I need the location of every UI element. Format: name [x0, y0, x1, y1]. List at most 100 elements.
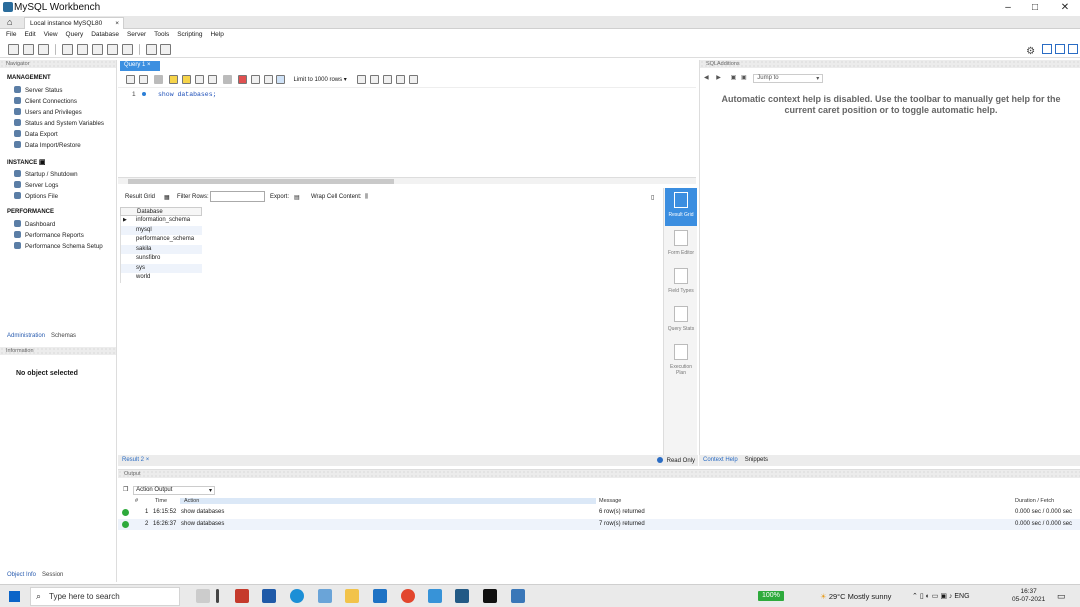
add-star-icon[interactable] — [356, 75, 366, 84]
field-types-button[interactable]: Field Types — [665, 264, 697, 302]
sql-statement[interactable]: show databases; — [158, 91, 217, 98]
scrollbar-thumb[interactable] — [128, 179, 394, 184]
tab-session[interactable]: Session — [42, 572, 63, 578]
beautify-icon[interactable] — [369, 75, 379, 84]
query-stats-button[interactable]: Query Stats — [665, 302, 697, 340]
table-row[interactable]: sunsfibro — [120, 254, 202, 264]
wrap-cell-icon[interactable]: ⫼ — [365, 194, 368, 201]
jump-to-select[interactable]: Jump to ▾ — [753, 74, 824, 83]
table-row[interactable]: performance_schema — [120, 235, 202, 245]
mysql-workbench-taskbar-icon[interactable] — [455, 589, 469, 603]
col-time[interactable]: Time — [155, 498, 167, 504]
create-function-icon[interactable] — [121, 44, 133, 55]
manual-help-icon[interactable]: ▣ — [731, 75, 737, 81]
invisible-chars-icon[interactable] — [395, 75, 405, 84]
nav-data-import[interactable]: Data Import/Restore — [14, 141, 81, 149]
tab-query-1[interactable]: Query 1 × — [120, 61, 160, 71]
menu-tools[interactable]: Tools — [154, 31, 169, 38]
execute-current-icon[interactable] — [181, 75, 191, 84]
notifications-icon[interactable]: ▭ — [1057, 591, 1066, 602]
nav-options-file[interactable]: Options File — [14, 192, 58, 200]
rollback-icon[interactable] — [263, 75, 273, 84]
mcafee-icon[interactable] — [235, 589, 249, 603]
tab-context-help[interactable]: Context Help — [703, 457, 738, 463]
execution-plan-button[interactable]: Execution Plan — [665, 340, 697, 378]
col-duration[interactable]: Duration / Fetch — [1015, 498, 1054, 504]
action-output-select[interactable]: Action Output ▾ — [133, 486, 216, 495]
edge-icon[interactable] — [290, 589, 304, 603]
col-message[interactable]: Message — [599, 498, 621, 504]
table-row[interactable]: sakila — [120, 244, 202, 254]
menu-help[interactable]: Help — [210, 31, 223, 38]
nav-client-connections[interactable]: Client Connections — [14, 97, 77, 105]
col-num[interactable]: # — [135, 498, 138, 504]
menu-view[interactable]: View — [44, 31, 58, 38]
battery-indicator[interactable]: 100% — [758, 591, 784, 601]
limit-rows-select[interactable]: Limit to 1000 rows ▾ — [293, 76, 346, 83]
tab-result-2[interactable]: Result 2 × — [122, 457, 149, 463]
menu-query[interactable]: Query — [66, 31, 84, 38]
menu-edit[interactable]: Edit — [24, 31, 35, 38]
nav-performance-schema-setup[interactable]: Performance Schema Setup — [14, 242, 103, 250]
sql-editor[interactable] — [118, 88, 696, 176]
taskbar-search-input[interactable]: ⌕ Type here to search — [30, 587, 180, 606]
auto-help-icon[interactable]: ▣ — [741, 75, 747, 81]
photos-icon[interactable] — [428, 589, 442, 603]
col-action[interactable]: Action — [180, 498, 596, 504]
editor-horizontal-scrollbar[interactable] — [118, 177, 696, 184]
menu-server[interactable]: Server — [127, 31, 146, 38]
form-editor-button[interactable]: Form Editor — [665, 226, 697, 264]
mysql-installer-icon[interactable] — [511, 589, 525, 603]
table-row[interactable]: information_schema — [120, 216, 202, 226]
table-row[interactable]: world — [120, 273, 202, 283]
nav-performance-reports[interactable]: Performance Reports — [14, 231, 84, 239]
create-table-icon[interactable] — [76, 44, 88, 55]
grid-icon[interactable]: ▦ — [164, 194, 170, 201]
wrap-lines-icon[interactable] — [408, 75, 418, 84]
create-schema-icon[interactable] — [61, 44, 73, 55]
weather-widget[interactable]: ☀ 29°C Mostly sunny — [820, 592, 891, 601]
open-file-icon[interactable] — [126, 75, 135, 84]
tab-administration[interactable]: Administration — [7, 333, 45, 339]
taskbar-clock[interactable]: 16:37 05-07-2021 — [1012, 588, 1045, 604]
forward-arrow-icon[interactable]: ▶ — [716, 75, 721, 81]
task-view-icon[interactable] — [196, 589, 210, 603]
table-row[interactable]: mysql — [120, 225, 202, 235]
table-row[interactable]: 1 16:15:52 show databases 6 row(s) retur… — [118, 507, 1080, 518]
nav-server-status[interactable]: Server Status — [14, 86, 63, 94]
toggle-result-panel-icon[interactable]: ▯ — [651, 194, 654, 201]
nav-startup-shutdown[interactable]: Startup / Shutdown — [14, 170, 78, 178]
widgets-icon[interactable] — [216, 589, 219, 603]
maximize-button[interactable]: □ — [1025, 2, 1045, 13]
close-button[interactable]: ✕ — [1055, 2, 1075, 13]
app-icon[interactable] — [318, 589, 332, 603]
file-explorer-icon[interactable] — [345, 589, 359, 603]
connection-tab-close-icon[interactable]: × — [115, 20, 119, 27]
column-header-database[interactable]: Database — [120, 207, 202, 216]
store-icon[interactable] — [262, 589, 276, 603]
export-icon[interactable]: ▤ — [294, 194, 300, 201]
connection-tab[interactable]: Local instance MySQL80 × — [24, 17, 124, 29]
tab-snippets[interactable]: Snippets — [745, 457, 768, 463]
toggle-output-icon[interactable] — [1055, 44, 1066, 54]
minimize-button[interactable]: – — [998, 2, 1018, 13]
nav-data-export[interactable]: Data Export — [14, 130, 58, 138]
menu-database[interactable]: Database — [91, 31, 119, 38]
inspect-icon[interactable] — [37, 44, 49, 55]
query-tab-close-icon[interactable]: × — [147, 62, 151, 68]
menu-file[interactable]: File — [6, 31, 16, 38]
output-type-selector[interactable]: ❐ Action Output ▾ — [123, 486, 216, 495]
search-table-data-icon[interactable] — [145, 44, 157, 55]
result-grid-button[interactable]: Result Grid — [665, 188, 697, 226]
stop-on-error-icon[interactable] — [237, 75, 247, 84]
back-arrow-icon[interactable]: ◀ — [704, 75, 709, 81]
autocommit-icon[interactable] — [276, 75, 286, 84]
explain-icon[interactable] — [194, 75, 204, 84]
home-icon[interactable]: ⌂ — [7, 17, 12, 27]
open-sql-script-icon[interactable] — [22, 44, 34, 55]
execute-icon[interactable] — [168, 75, 178, 84]
nav-users-privileges[interactable]: Users and Privileges — [14, 108, 82, 116]
table-row[interactable]: 2 16:26:37 show databases 7 row(s) retur… — [118, 519, 1080, 530]
toggle-secondary-sidebar-icon[interactable] — [1068, 44, 1078, 54]
toggle-sidebar-icon[interactable] — [1042, 44, 1053, 54]
